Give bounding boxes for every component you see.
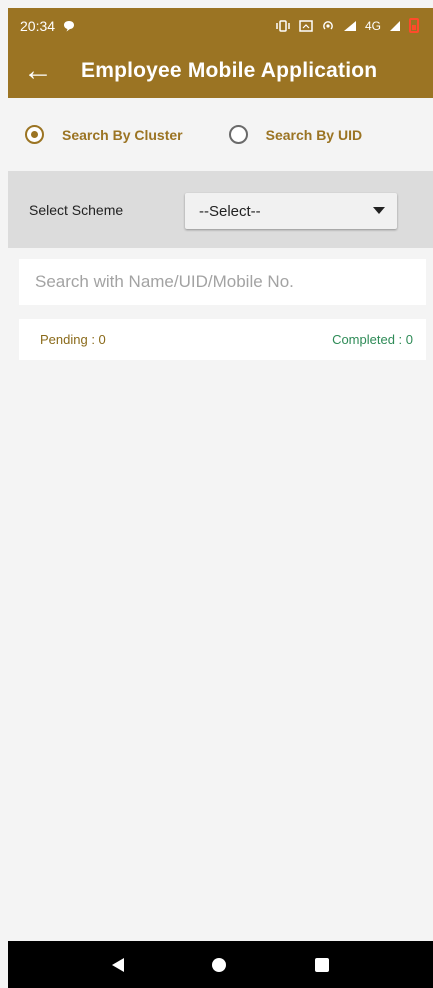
vibrate-icon <box>276 19 290 32</box>
status-bar: 20:34 4G <box>8 8 433 43</box>
chat-bubble-icon <box>64 20 75 31</box>
search-input[interactable] <box>19 259 426 305</box>
scheme-select-value[interactable]: --Select-- <box>199 203 261 220</box>
scheme-row: Select Scheme --Select-- <box>8 171 433 248</box>
home-circle-icon[interactable] <box>212 957 227 972</box>
screen-cast-icon <box>299 19 313 32</box>
system-nav-bar <box>8 941 433 988</box>
signal-icon-2 <box>390 20 400 31</box>
completed-count: Completed : 0 <box>332 332 413 347</box>
app-bar: ← Employee Mobile Application <box>8 43 433 98</box>
dropdown-caret-icon[interactable] <box>373 207 385 214</box>
page-title: Employee Mobile Application <box>81 58 378 82</box>
status-left: 20:34 <box>20 18 75 34</box>
radio-checked-icon[interactable] <box>25 125 44 144</box>
scheme-select[interactable]: --Select-- <box>185 193 397 229</box>
status-right: 4G <box>275 18 419 33</box>
search-mode-group: Search By Cluster Search By UID <box>8 98 433 171</box>
hotspot-icon <box>323 20 333 29</box>
network-type: 4G <box>364 18 381 33</box>
battery-low-icon <box>409 18 419 33</box>
radio-search-by-cluster[interactable]: Search By Cluster <box>25 125 183 144</box>
app-screen: 20:34 4G ← Employee Mobile Application S… <box>8 8 433 988</box>
radio-label-cluster[interactable]: Search By Cluster <box>62 127 183 143</box>
status-time: 20:34 <box>20 17 56 34</box>
status-counts: Pending : 0 Completed : 0 <box>19 319 426 360</box>
signal-icon <box>343 20 356 31</box>
radio-search-by-uid[interactable]: Search By UID <box>228 125 362 144</box>
scheme-label: Select Scheme <box>29 202 124 218</box>
back-arrow-icon[interactable]: ← <box>13 55 63 86</box>
radio-unchecked-icon[interactable] <box>228 125 248 144</box>
radio-label-uid[interactable]: Search By UID <box>266 127 362 143</box>
recents-square-icon[interactable] <box>314 957 329 972</box>
pending-count: Pending : 0 <box>40 332 106 347</box>
back-triangle-icon[interactable] <box>112 957 125 972</box>
